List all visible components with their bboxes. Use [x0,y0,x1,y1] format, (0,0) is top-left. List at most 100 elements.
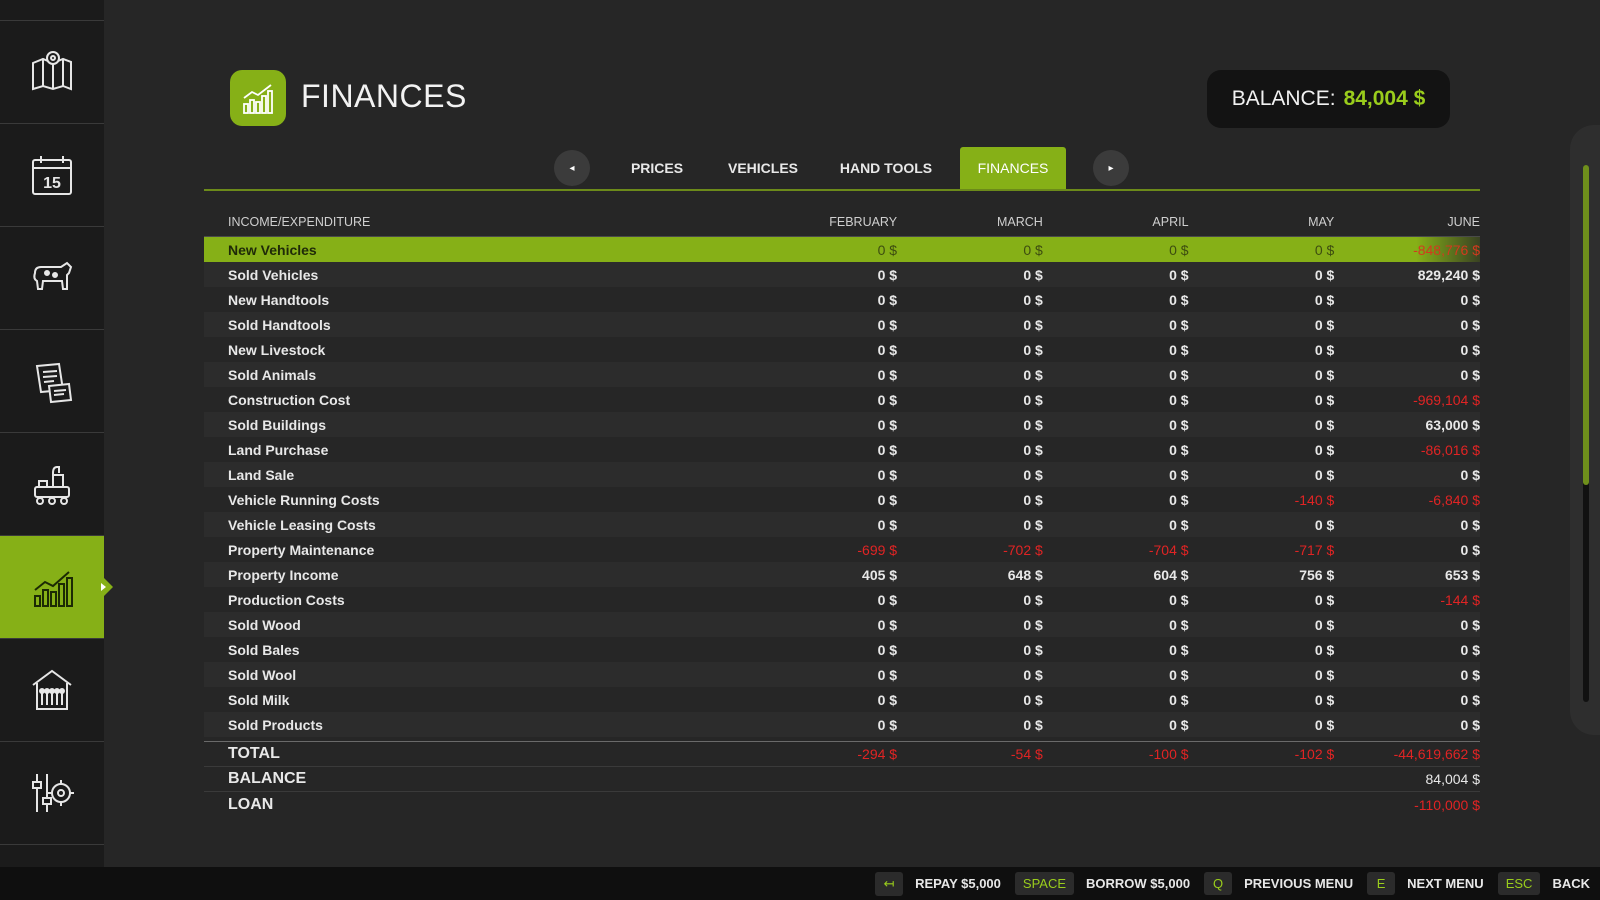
totals-value: -44,619,662 $ [1393,746,1481,762]
row-label: Sold Animals [228,366,317,383]
table-row[interactable]: New Handtools 0 $ 0 $ 0 $ 0 $ 0 $ [204,287,1480,312]
column-header: FEBRUARY [829,214,898,229]
tab-hand-tools[interactable]: HAND TOOLS [831,147,941,189]
sidebar-item-calendar[interactable]: 15 [0,124,104,227]
finances-chart-icon [34,571,73,607]
table-header: INCOME/EXPENDITURE FEBRUARY MARCH APRIL … [204,207,1480,237]
totals-value: -54 $ [1010,746,1043,762]
sidebar-item-map[interactable] [0,21,104,124]
back-hint[interactable]: ESC BACK [1497,872,1590,895]
table-row[interactable]: Sold Wool 0 $ 0 $ 0 $ 0 $ 0 $ [204,662,1480,687]
sidebar-item-settings[interactable] [0,742,104,845]
cell-value: 0 $ [1314,416,1335,433]
key-e: E [1367,872,1396,895]
tab-vehicles[interactable]: VEHICLES [718,147,808,189]
cell-value: 0 $ [1314,316,1335,333]
table-row[interactable]: Production Costs 0 $ 0 $ 0 $ 0 $ -144 $ [204,587,1480,612]
cell-value: 0 $ [1023,291,1043,308]
cell-value: 0 $ [1460,291,1481,308]
scrollbar-thumb[interactable] [1583,165,1589,485]
cell-value: 0 $ [1460,341,1481,358]
row-label: Sold Buildings [228,416,326,433]
key-repay: ↤ [875,871,904,896]
cell-value: 0 $ [877,316,898,333]
cell-value: -704 $ [1148,541,1189,558]
table-row[interactable]: Sold Bales 0 $ 0 $ 0 $ 0 $ 0 $ [204,637,1480,662]
scrollbar[interactable] [1583,165,1589,702]
table-row[interactable]: Sold Vehicles 0 $ 0 $ 0 $ 0 $ 829,240 $ [204,262,1480,287]
cell-value: 0 $ [1314,391,1335,408]
column-header: INCOME/EXPENDITURE [228,214,371,229]
table-row[interactable]: Vehicle Leasing Costs 0 $ 0 $ 0 $ 0 $ 0 $ [204,512,1480,537]
cell-value: -717 $ [1294,541,1335,558]
finances-header-icon [230,70,286,126]
cow-icon [33,261,73,290]
tab-finances[interactable]: FINANCES [960,147,1066,189]
row-label: Vehicle Leasing Costs [228,516,376,533]
totals-value: 84,004 $ [1425,771,1481,787]
cell-value: 0 $ [1023,316,1043,333]
cell-value: 0 $ [1169,441,1189,458]
cell-value: 0 $ [1314,366,1335,383]
cell-value: 0 $ [1169,716,1189,733]
sidebar-item-buildings[interactable] [0,639,104,742]
table-row[interactable]: Land Sale 0 $ 0 $ 0 $ 0 $ 0 $ [204,462,1480,487]
sidebar-item-animals[interactable] [0,227,104,330]
totals-row: BALANCE 84,004 $ [204,767,1480,792]
table-row[interactable]: New Livestock 0 $ 0 $ 0 $ 0 $ 0 $ [204,337,1480,362]
tab-prev-button[interactable]: ◂ [554,150,590,186]
row-label: Land Sale [228,466,295,483]
table-row[interactable]: Sold Buildings 0 $ 0 $ 0 $ 0 $ 63,000 $ [204,412,1480,437]
cell-value: 0 $ [877,366,898,383]
table-row[interactable]: New Vehicles 0 $ 0 $ 0 $ 0 $ -848,776 $ [204,237,1480,262]
cell-value: 0 $ [1169,416,1189,433]
previous-menu-hint[interactable]: Q PREVIOUS MENU [1204,872,1353,895]
cell-value: 756 $ [1299,566,1335,583]
next-menu-hint[interactable]: E NEXT MENU [1367,872,1484,895]
cell-value: 0 $ [1314,516,1335,533]
table-row[interactable]: Sold Milk 0 $ 0 $ 0 $ 0 $ 0 $ [204,687,1480,712]
table-row[interactable]: Construction Cost 0 $ 0 $ 0 $ 0 $ -969,104 $ [204,387,1480,412]
cell-value: 63,000 $ [1425,416,1481,433]
row-label: Vehicle Running Costs [228,491,380,508]
row-label: Construction Cost [228,391,351,408]
cell-value: 829,240 $ [1417,266,1481,283]
table-row[interactable]: Property Income 405 $ 648 $ 604 $ 756 $ 653 $ [204,562,1480,587]
cell-value: 0 $ [1460,541,1481,558]
column-header: MARCH [996,214,1043,229]
totals-label: LOAN [228,795,274,813]
tab-prices[interactable]: PRICES [617,147,697,189]
table-row[interactable]: Vehicle Running Costs 0 $ 0 $ 0 $ -140 $ -6,8… [204,487,1480,512]
cell-value: 0 $ [1169,616,1189,633]
sidebar-item-finances[interactable] [0,536,113,639]
table-row[interactable]: Land Purchase 0 $ 0 $ 0 $ 0 $ -86,016 $ [204,437,1480,462]
calendar-icon: 15 [32,156,72,195]
table-row[interactable]: Sold Animals 0 $ 0 $ 0 $ 0 $ 0 $ [204,362,1480,387]
cell-value: 0 $ [1314,716,1335,733]
tab-next-button[interactable]: ▸ [1093,150,1129,186]
cell-value: 0 $ [877,241,898,258]
cell-value: 0 $ [1023,366,1043,383]
cell-value: 604 $ [1153,566,1189,583]
cell-value: 0 $ [1460,641,1481,658]
table-row[interactable]: Sold Products 0 $ 0 $ 0 $ 0 $ 0 $ [204,712,1480,737]
table-row[interactable]: Sold Handtools 0 $ 0 $ 0 $ 0 $ 0 $ [204,312,1480,337]
sidebar-item-production[interactable] [0,433,104,536]
cell-value: 0 $ [877,416,898,433]
table-row[interactable]: Property Maintenance -699 $ -702 $ -704 $ -7… [204,537,1480,562]
repay-hint[interactable]: ↤ REPAY $5,000 [875,871,1001,896]
hint-label: REPAY $5,000 [915,876,1001,891]
cell-value: 0 $ [877,691,898,708]
cell-value: -144 $ [1440,591,1481,608]
animals-barn-icon [32,669,72,710]
cell-value: 0 $ [1460,666,1481,683]
sidebar: 15 [0,0,113,867]
cell-value: 0 $ [1023,466,1043,483]
table-row[interactable]: Sold Wood 0 $ 0 $ 0 $ 0 $ 0 $ [204,612,1480,637]
cell-value: 0 $ [877,341,898,358]
borrow-hint[interactable]: SPACE BORROW $5,000 [1014,872,1190,895]
settings-icon [32,774,74,812]
row-label: Sold Handtools [228,316,331,333]
sidebar-item-contracts[interactable] [0,330,104,433]
cell-value: -6,840 $ [1428,491,1481,508]
